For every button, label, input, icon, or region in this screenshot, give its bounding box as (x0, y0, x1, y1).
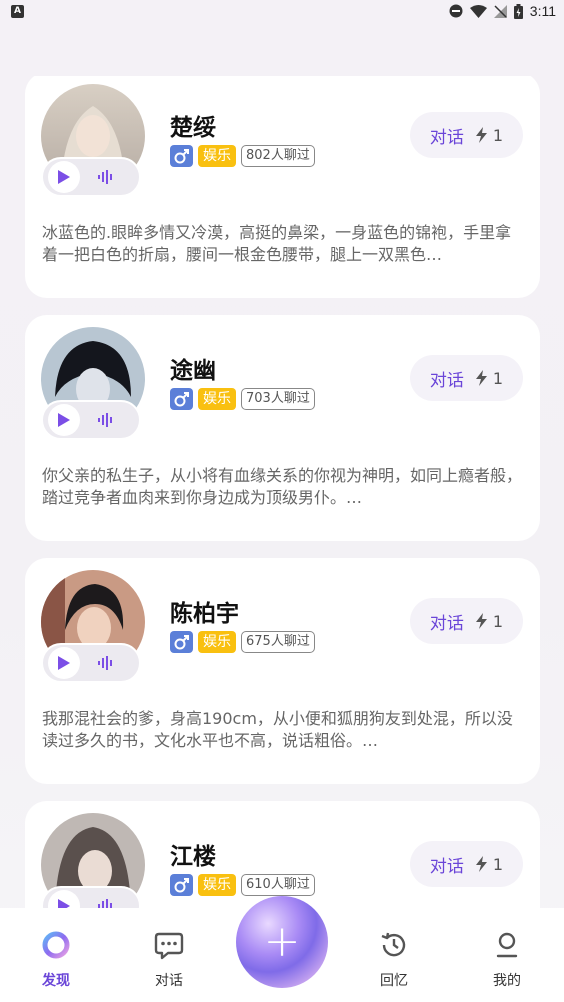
chat-button-label: 对话 (429, 856, 464, 877)
nav-label: 对话 (155, 973, 183, 989)
create-character-button[interactable]: + (236, 896, 328, 988)
chat-bubble-icon (154, 932, 184, 960)
character-description: 我那混社会的爹，身高190cm，从小便和狐朋狗友到处混，所以没读过多久的书，文化… (42, 709, 513, 750)
sound-wave-icon (98, 413, 112, 427)
male-gender-icon (170, 631, 193, 653)
male-gender-icon (170, 145, 193, 167)
history-clock-icon (381, 932, 406, 957)
play-button[interactable] (48, 404, 80, 436)
chat-button-label: 对话 (429, 613, 464, 634)
character-card[interactable]: 江楼 娱乐 610人聊过 对话 1 (25, 801, 540, 908)
nav-label: 回忆 (380, 973, 408, 989)
play-icon (58, 656, 70, 670)
chat-button-label: 对话 (429, 370, 464, 391)
plus-icon: + (263, 916, 301, 967)
male-gender-icon (170, 388, 193, 410)
clock-time: 3:11 (529, 3, 556, 19)
character-name: 陈柏宇 (170, 601, 239, 627)
play-button[interactable] (48, 161, 80, 193)
start-chat-button[interactable]: 对话 1 (410, 112, 523, 158)
category-tag: 娱乐 (198, 388, 236, 410)
discover-ring-icon (42, 931, 70, 959)
play-icon (58, 170, 70, 184)
character-name: 江楼 (170, 844, 216, 870)
play-icon (58, 899, 70, 908)
voice-preview[interactable] (41, 643, 141, 683)
category-tag: 娱乐 (198, 145, 236, 167)
nav-item-chat[interactable]: 对话 (139, 930, 199, 990)
voice-preview[interactable] (41, 400, 141, 440)
tag-row: 娱乐 675人聊过 (170, 631, 315, 653)
lightning-icon (475, 856, 487, 872)
chat-button-label: 对话 (429, 127, 464, 148)
battery-icon (513, 3, 523, 19)
chat-cost: 1 (492, 611, 504, 631)
tag-row: 娱乐 610人聊过 (170, 874, 315, 896)
play-button[interactable] (48, 890, 80, 908)
chat-cost: 1 (492, 368, 504, 388)
profile-icon (496, 932, 518, 958)
character-card[interactable]: 陈柏宇 娱乐 675人聊过 对话 1 我那混社会的爹，身高190cm，从小便和狐… (25, 558, 540, 784)
category-tag: 娱乐 (198, 874, 236, 896)
lightning-icon (475, 370, 487, 386)
status-bar: A 3:11 (0, 0, 564, 26)
voice-preview[interactable] (41, 886, 141, 908)
wifi-icon (469, 4, 487, 18)
tag-row: 娱乐 703人聊过 (170, 388, 315, 410)
character-feed[interactable]: 楚绥 娱乐 802人聊过 对话 1 冰蓝色的.眼眸多情又冷漠，高挺的鼻梁，一身蓝… (25, 76, 540, 908)
lightning-icon (475, 127, 487, 143)
sound-wave-icon (98, 170, 112, 184)
character-description: 你父亲的私生子，从小将有血缘关系的你视为神明，如同上瘾者般，踏过竞争者血肉来到你… (42, 466, 523, 507)
nav-label: 我的 (493, 973, 521, 989)
character-description: 冰蓝色的.眼眸多情又冷漠，高挺的鼻梁，一身蓝色的锦袍，手里拿着一把白色的折扇，腰… (42, 223, 512, 264)
tag-row: 娱乐 802人聊过 (170, 145, 315, 167)
start-chat-button[interactable]: 对话 1 (410, 598, 523, 644)
chat-count-badge: 610人聊过 (241, 874, 315, 896)
voice-preview[interactable] (41, 157, 141, 197)
bottom-nav: 发现 对话 + 回忆 我的 (0, 896, 564, 1002)
chat-count-badge: 703人聊过 (241, 388, 315, 410)
play-button[interactable] (48, 647, 80, 679)
character-card[interactable]: 途幽 娱乐 703人聊过 对话 1 你父亲的私生子，从小将有血缘关系的你视为神明… (25, 315, 540, 541)
sound-wave-icon (98, 899, 112, 908)
chat-cost: 1 (492, 854, 504, 874)
nav-label: 发现 (42, 973, 70, 989)
do-not-disturb-icon (449, 4, 463, 18)
lightning-icon (475, 613, 487, 629)
male-gender-icon (170, 874, 193, 896)
nav-item-discover[interactable]: 发现 (26, 930, 86, 990)
character-name: 楚绥 (170, 115, 216, 141)
nav-item-profile[interactable]: 我的 (477, 930, 537, 990)
play-icon (58, 413, 70, 427)
start-chat-button[interactable]: 对话 1 (410, 841, 523, 887)
nav-item-memories[interactable]: 回忆 (364, 930, 424, 990)
character-name: 途幽 (170, 358, 216, 384)
chat-count-badge: 675人聊过 (241, 631, 315, 653)
category-tag: 娱乐 (198, 631, 236, 653)
chat-count-badge: 802人聊过 (241, 145, 315, 167)
start-chat-button[interactable]: 对话 1 (410, 355, 523, 401)
notification-a-icon: A (11, 5, 24, 18)
sound-wave-icon (98, 656, 112, 670)
chat-cost: 1 (492, 125, 504, 145)
character-card[interactable]: 楚绥 娱乐 802人聊过 对话 1 冰蓝色的.眼眸多情又冷漠，高挺的鼻梁，一身蓝… (25, 76, 540, 298)
no-signal-icon (493, 4, 507, 18)
